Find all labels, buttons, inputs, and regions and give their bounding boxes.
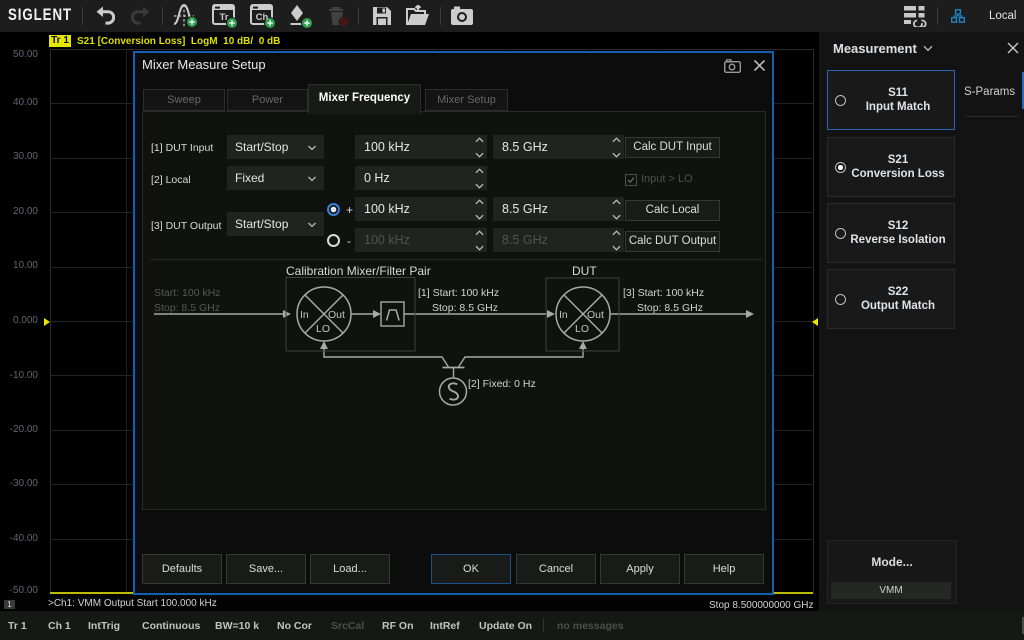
svg-text:[3] Start: 100 kHz: [3] Start: 100 kHz	[623, 287, 704, 299]
svg-text:Calibration Mixer/Filter Pair: Calibration Mixer/Filter Pair	[286, 264, 431, 278]
svg-text:DUT: DUT	[572, 264, 597, 278]
svg-text:Out: Out	[328, 309, 345, 321]
svg-text:LO: LO	[575, 323, 589, 335]
svg-text:Stop: 8.5 GHz: Stop: 8.5 GHz	[432, 302, 498, 314]
svg-text:Stop: 8.5 GHz: Stop: 8.5 GHz	[637, 302, 703, 314]
svg-text:Start: 100 kHz: Start: 100 kHz	[154, 287, 221, 299]
svg-text:Stop: 8.5 GHz: Stop: 8.5 GHz	[154, 302, 220, 314]
svg-text:In: In	[559, 309, 568, 321]
svg-text:In: In	[300, 309, 309, 321]
svg-text:LO: LO	[316, 323, 330, 335]
svg-text:Out: Out	[587, 309, 604, 321]
svg-text:[2] Fixed: 0 Hz: [2] Fixed: 0 Hz	[468, 378, 536, 390]
svg-text:[1] Start: 100 kHz: [1] Start: 100 kHz	[418, 287, 499, 299]
